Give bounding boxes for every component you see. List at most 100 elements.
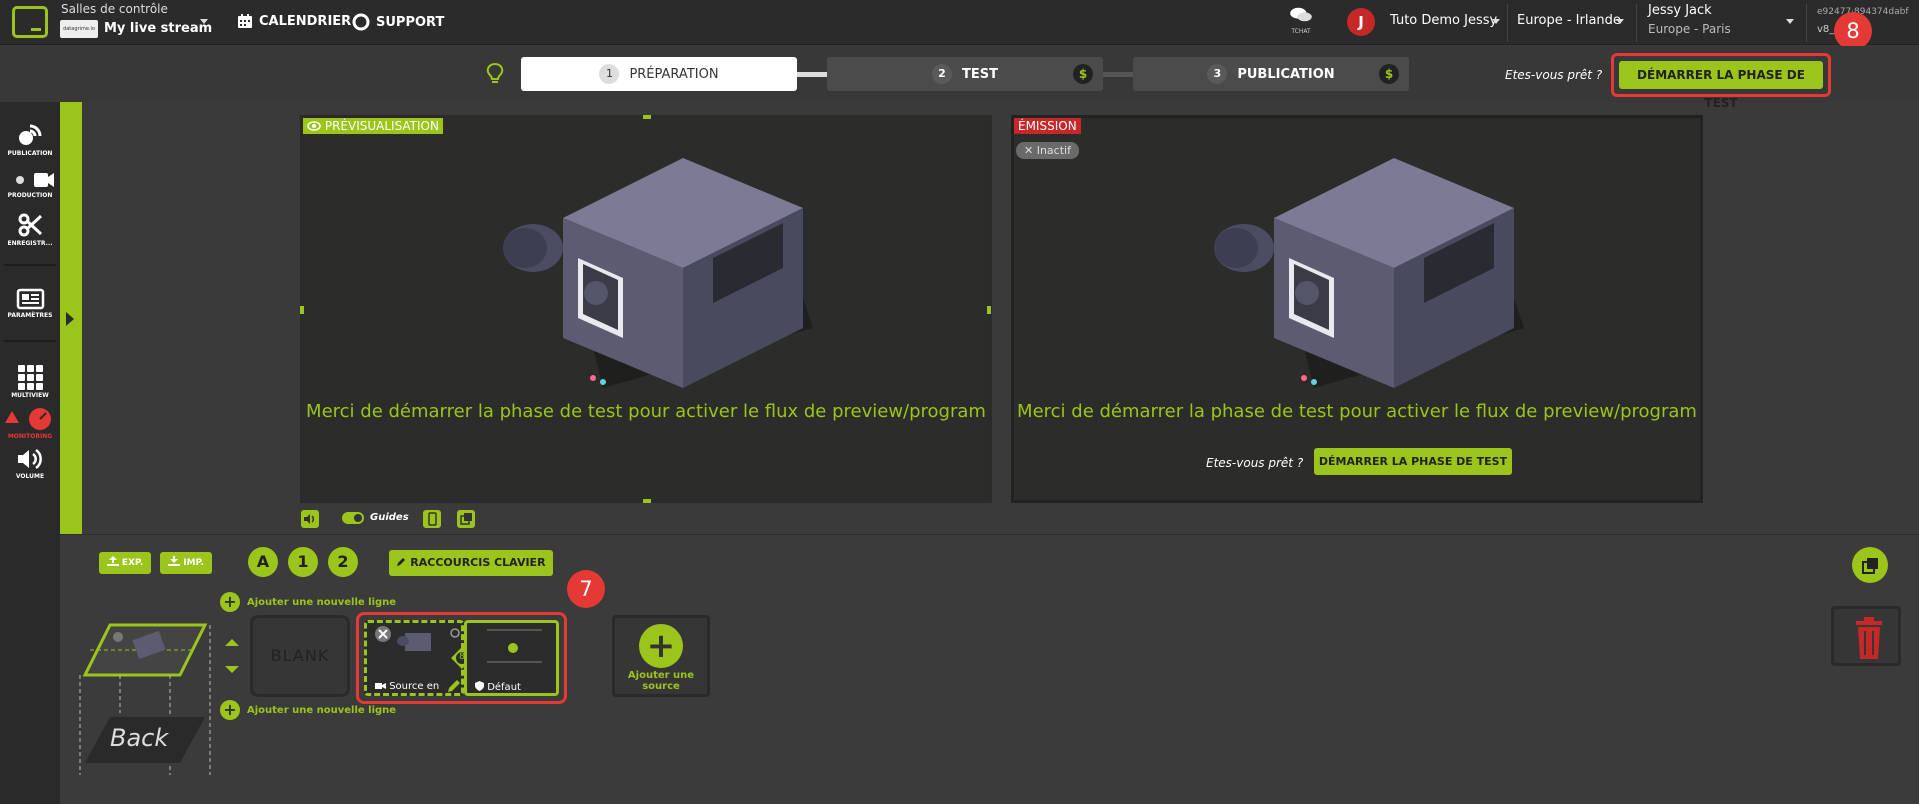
add-line-label: Ajouter une nouvelle ligne — [247, 704, 397, 716]
back-layer-label[interactable]: Back — [110, 724, 168, 752]
blank-source-card[interactable]: BLANK — [250, 615, 350, 697]
shield-icon — [475, 681, 484, 691]
sidebar-item-settings[interactable]: PARAMÈTRES — [0, 288, 60, 319]
dollar-icon: $ — [1073, 64, 1093, 84]
refresh-icon[interactable] — [449, 627, 461, 639]
calendar-icon — [238, 14, 252, 28]
layer-2-button[interactable]: 2 — [328, 547, 358, 577]
sidebar-expand-toggle[interactable] — [60, 102, 82, 534]
preview-monitor[interactable]: PRÉVISUALISATION Merci de démarrer la ph… — [300, 115, 992, 503]
emission-tag: ÉMISSION — [1014, 118, 1081, 134]
divider — [4, 264, 56, 266]
mobile-view-button[interactable] — [423, 510, 441, 528]
resize-handle[interactable] — [987, 306, 991, 314]
resize-handle[interactable] — [643, 499, 651, 503]
plus-icon: + — [220, 700, 240, 720]
user-name[interactable]: Jessy Jack — [1648, 3, 1712, 18]
chat-button[interactable]: TCHAT — [1284, 6, 1318, 35]
duplicate-view-button[interactable] — [457, 510, 475, 528]
duplicate-scene-button[interactable] — [1852, 547, 1888, 583]
support-link[interactable]: SUPPORT — [352, 13, 444, 31]
camera-thumbnail — [397, 633, 431, 651]
copy-icon — [1862, 558, 1878, 574]
audio-toggle-button[interactable] — [301, 510, 319, 528]
user-timezone: Europe - Paris — [1648, 22, 1731, 36]
default-label: Défaut — [475, 681, 521, 693]
pencil-icon[interactable] — [447, 679, 461, 693]
plus-icon: + — [220, 592, 240, 612]
calendar-link[interactable]: CALENDRIER — [237, 13, 351, 29]
newspaper-icon — [16, 288, 45, 310]
divider — [4, 340, 56, 342]
speaker-icon — [304, 514, 315, 524]
program-message: Merci de démarrer la phase de test pour … — [1017, 401, 1697, 422]
sidebar-item-production[interactable]: PRODUCTION — [0, 170, 60, 199]
start-test-phase-button[interactable]: DÉMARRER LA PHASE DE TEST — [1314, 448, 1512, 475]
copy-icon — [460, 513, 472, 525]
plus-icon: + — [639, 624, 683, 668]
chevron-down-icon[interactable] — [200, 19, 208, 24]
sidebar-item-publication[interactable]: PUBLICATION — [0, 122, 60, 157]
stream-selector[interactable]: My live stream — [104, 21, 212, 36]
divider — [1806, 4, 1807, 42]
sidebar-item-label: VOLUME — [15, 473, 45, 480]
chevron-down-icon[interactable] — [1616, 19, 1624, 24]
lightbulb-icon[interactable] — [484, 62, 506, 86]
layer-a-button[interactable]: A — [248, 547, 278, 577]
scissors-icon — [18, 213, 43, 237]
avatar[interactable]: J — [1347, 8, 1375, 36]
chat-label: TCHAT — [1291, 28, 1311, 35]
resize-handle[interactable] — [300, 306, 304, 314]
step-label: TEST — [962, 66, 998, 82]
lifebuoy-icon — [352, 13, 370, 31]
step-label: PUBLICATION — [1237, 66, 1335, 82]
guides-toggle[interactable] — [342, 512, 364, 524]
download-icon — [168, 556, 181, 566]
sidebar-item-label: PUBLICATION — [7, 150, 53, 157]
step-test[interactable]: 2 TEST $ — [827, 57, 1103, 91]
step-connector — [1103, 72, 1133, 77]
step-number: 1 — [599, 64, 620, 84]
source-label: Source en — [375, 681, 439, 692]
layer-1-button[interactable]: 1 — [288, 547, 318, 577]
keyboard-shortcuts-button[interactable]: RACCOURCIS CLAVIER — [389, 550, 553, 576]
app-logo[interactable] — [12, 6, 48, 38]
preview-tag: PRÉVISUALISATION — [303, 118, 443, 134]
export-button[interactable]: EXP. — [99, 552, 151, 574]
step-publication[interactable]: 3 PUBLICATION $ — [1133, 57, 1409, 91]
sidebar-item-multiview[interactable]: MULTIVIEW — [0, 364, 60, 399]
inactive-status-badge: ✕ Inactif — [1016, 142, 1079, 159]
chevron-down-icon[interactable] — [1492, 19, 1500, 24]
reorder-arrows[interactable] — [224, 638, 240, 678]
eye-icon — [307, 121, 321, 131]
sidebar-item-volume[interactable]: VOLUME — [0, 447, 60, 480]
import-label: IMP. — [183, 558, 204, 568]
pencil-icon — [397, 558, 406, 566]
preview-tag-label: PRÉVISUALISATION — [324, 119, 439, 133]
add-source-label: Ajouter une source — [627, 670, 695, 692]
resize-handle[interactable] — [643, 115, 651, 119]
sidebar-item-label: PRODUCTION — [7, 192, 53, 199]
step-preparation[interactable]: 1 PRÉPARATION — [521, 57, 797, 91]
export-label: EXP. — [121, 558, 144, 568]
default-label-text: Défaut — [487, 682, 521, 693]
source-card[interactable]: Source en — [364, 620, 464, 696]
sidebar-item-label: ENREGISTR... — [7, 240, 53, 247]
add-line-above-button[interactable]: + Ajouter une nouvelle ligne — [220, 592, 396, 612]
arrow-up-icon — [225, 639, 239, 646]
chevron-down-icon[interactable] — [1786, 19, 1794, 24]
default-layout-card[interactable]: Défaut — [464, 620, 559, 696]
add-source-button[interactable]: + Ajouter une source — [612, 615, 710, 697]
trash-drop-zone[interactable] — [1831, 606, 1901, 666]
divider — [1636, 4, 1637, 42]
import-button[interactable]: IMP. — [160, 552, 212, 574]
stream-thumbnail: datagrime.io — [60, 20, 98, 38]
close-icon[interactable] — [374, 625, 392, 643]
divider — [1507, 4, 1508, 42]
region-selector[interactable]: Europe - Irlande — [1517, 13, 1621, 28]
organization-selector[interactable]: Tuto Demo Jessy — [1390, 13, 1497, 28]
sidebar-item-record[interactable]: ENREGISTR... — [0, 212, 60, 247]
start-test-phase-button[interactable]: DÉMARRER LA PHASE DE TEST — [1619, 61, 1823, 110]
sidebar-item-monitoring[interactable]: MONITORING — [0, 407, 60, 440]
layout-preview-dot — [508, 643, 518, 653]
